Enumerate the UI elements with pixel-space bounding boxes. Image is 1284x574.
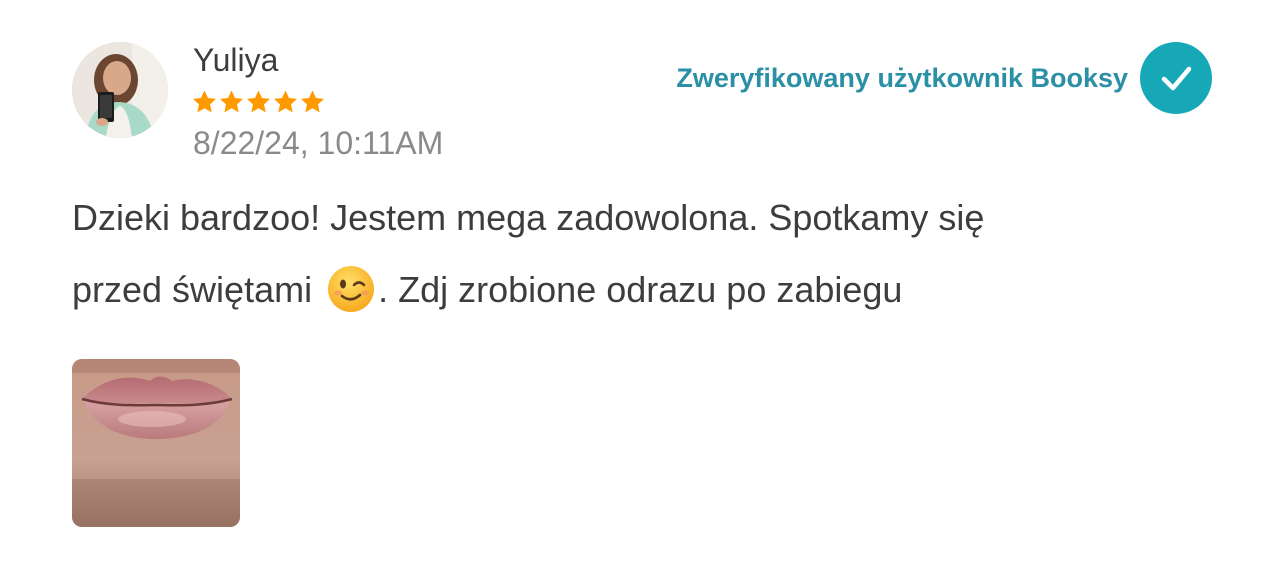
verified-user-badge: Zweryfikowany użytkownik Booksy [676, 42, 1212, 114]
avatar[interactable] [72, 42, 168, 138]
star-icon [301, 90, 324, 113]
review-text: Dzieki bardzoo! Jestem mega zadowolona. … [72, 182, 1212, 326]
star-icon [247, 90, 270, 113]
star-rating [191, 88, 326, 116]
review-text-segment: przed świętami [72, 269, 313, 310]
review-text-line: Dzieki bardzoo! Jestem mega zadowolona. … [72, 197, 985, 238]
review-card: Yuliya 8/22/24, 10:11AM Zweryfikowany uż… [0, 0, 1284, 574]
star-icon [220, 90, 243, 113]
verified-label: Zweryfikowany użytkownik Booksy [676, 62, 1128, 93]
star-icon [193, 90, 216, 113]
review-text-line: przed świętami . Zdj zrobione odrazu po … [72, 254, 1212, 326]
reviewer-name: Yuliya [193, 42, 279, 78]
star-icon [274, 90, 297, 113]
review-text-segment: . Zdj zrobione odrazu po zabiegu [378, 269, 903, 310]
lips-photo[interactable] [72, 359, 240, 527]
checkmark-icon [1140, 42, 1212, 114]
review-date: 8/22/24, 10:11AM [193, 125, 444, 161]
winking-face-emoji-icon [328, 266, 375, 312]
